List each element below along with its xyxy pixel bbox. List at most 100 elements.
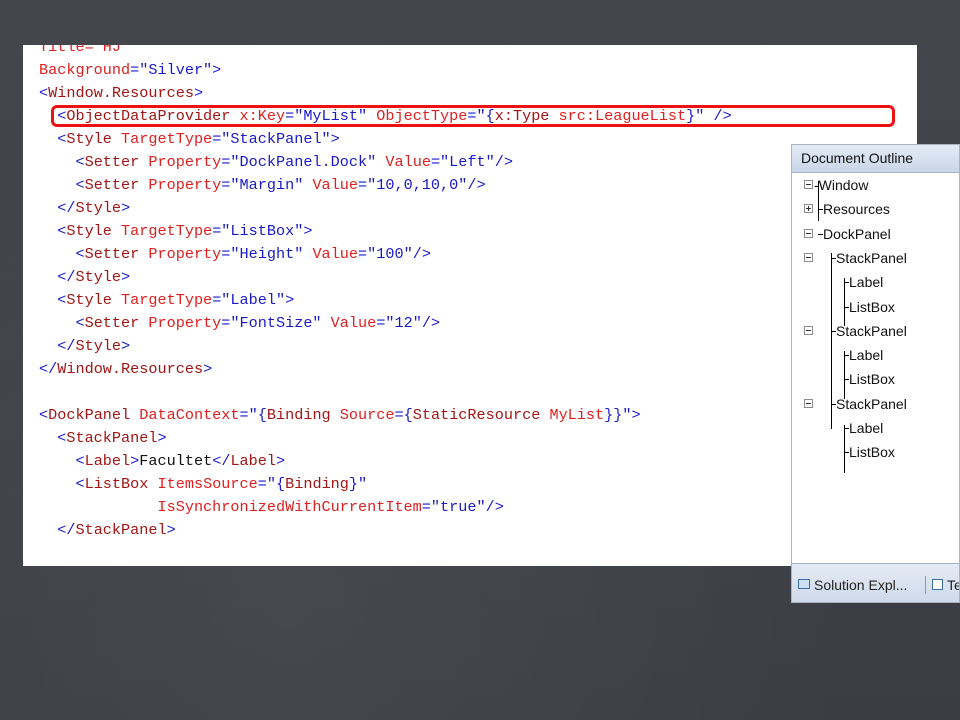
code-token: </: [39, 268, 76, 286]
outline-node-stackpanel[interactable]: StackPanel: [836, 392, 907, 416]
collapse-icon[interactable]: [804, 325, 813, 335]
code-token: Style: [75, 268, 122, 286]
code-line: Background="Silver">: [39, 59, 732, 82]
code-token: Value: [376, 153, 431, 171]
code-token: <: [39, 429, 67, 447]
code-token: <: [39, 245, 85, 263]
code-token: ="DockPanel.Dock": [221, 153, 377, 171]
code-token: ="Silver">: [130, 61, 222, 79]
code-token: TargetType: [111, 130, 213, 148]
code-line: </Style>: [39, 335, 732, 358]
code-line: <Setter Property="Margin" Value="10,0,10…: [39, 174, 732, 197]
code-token: ="true"/>: [421, 498, 504, 516]
code-line: IsSynchronizedWithCurrentItem="true"/>: [39, 496, 732, 519]
outline-node-window[interactable]: -Window: [814, 173, 868, 197]
outline-node-listbox[interactable]: ListBox: [849, 367, 895, 391]
code-line: <Label>Facultet</Label>: [39, 450, 732, 473]
code-token: >: [276, 452, 286, 470]
collapse-icon[interactable]: [804, 180, 813, 189]
code-token: ="Height": [221, 245, 304, 263]
code-token: }": [348, 475, 368, 493]
code-token: Label: [230, 452, 277, 470]
outline-node-label[interactable]: Label: [849, 270, 883, 294]
code-token: >: [157, 429, 167, 447]
code-token: <: [39, 314, 85, 332]
code-token: ="{: [239, 406, 267, 424]
solution-explorer-icon: [798, 579, 810, 589]
code-token: <: [39, 475, 85, 493]
code-token: Style: [66, 130, 112, 148]
code-token: Value: [321, 314, 377, 332]
code-token: <: [39, 153, 85, 171]
code-token: Binding: [266, 406, 331, 424]
team-explorer-icon: [932, 579, 943, 590]
outline-node-stackpanel[interactable]: StackPanel: [836, 246, 907, 270]
outline-node-stackpanel[interactable]: StackPanel: [836, 319, 907, 343]
code-token: >: [121, 337, 131, 355]
code-line: </Window.Resources>: [39, 358, 732, 381]
outline-node-label[interactable]: Label: [849, 416, 883, 440]
tree-connector: [831, 253, 832, 325]
tab-solution-explorer[interactable]: Solution Expl...: [814, 574, 907, 596]
code-token: ="10,0,10,0"/>: [358, 176, 486, 194]
code-token: ItemsSource: [148, 475, 258, 493]
tree-connector: [844, 425, 845, 473]
expand-icon[interactable]: [804, 204, 813, 214]
document-outline-title: Document Outline: [792, 145, 959, 173]
code-token: }}">: [604, 406, 641, 424]
outline-node-dockpanel[interactable]: DockPanel: [823, 222, 891, 246]
code-token: ="ListBox">: [212, 222, 313, 240]
code-token: StaticResource: [412, 406, 541, 424]
document-outline-panel[interactable]: Document Outline -Window Resources DockPan…: [791, 144, 960, 603]
code-token: <: [39, 222, 67, 240]
code-token: Background: [39, 61, 131, 79]
code-token: DataContext: [130, 406, 240, 424]
code-token: <: [39, 291, 67, 309]
code-token: IsSynchronizedWithCurrentItem: [39, 498, 422, 516]
code-token: >: [166, 521, 176, 539]
code-token: >: [203, 360, 213, 378]
code-token: Window.Resources: [57, 360, 204, 378]
code-line: <Setter Property="Height" Value="100"/>: [39, 243, 732, 266]
code-token: TargetType: [111, 291, 213, 309]
tree-connector: [831, 325, 832, 429]
code-token: Source: [330, 406, 395, 424]
outline-node-listbox[interactable]: ListBox: [849, 295, 895, 319]
code-editor[interactable]: Title="HJ" Background="Silver"> <Window.Re…: [23, 45, 917, 566]
code-token: <: [39, 406, 49, 424]
code-line: <Style TargetType="StackPanel">: [39, 128, 732, 151]
code-token: Binding: [285, 475, 349, 493]
collapse-icon[interactable]: [804, 252, 813, 262]
code-line: </StackPanel>: [39, 519, 732, 542]
code-token: >: [121, 199, 131, 217]
code-token: Setter: [84, 245, 140, 263]
code-token: Facultet: [139, 452, 213, 470]
code-token: ={: [394, 406, 413, 424]
code-token: Label: [84, 452, 131, 470]
code-line: <Style TargetType="Label">: [39, 289, 732, 312]
tree-connector: [818, 181, 819, 221]
collapse-icon[interactable]: [804, 228, 813, 238]
code-token: ="StackPanel">: [212, 130, 340, 148]
outline-node-resources[interactable]: Resources: [823, 197, 890, 221]
outline-node-listbox[interactable]: ListBox: [849, 440, 895, 464]
code-token: Style: [75, 337, 122, 355]
code-token: Setter: [84, 153, 140, 171]
code-line: Title="HJ": [39, 45, 732, 59]
tab-team-explorer[interactable]: Te: [947, 574, 959, 596]
code-token: StackPanel: [75, 521, 167, 539]
collapse-icon[interactable]: [804, 398, 813, 408]
code-token: </: [212, 452, 231, 470]
code-line: <DockPanel DataContext="{Binding Source=…: [39, 404, 732, 427]
code-token: Window.Resources: [48, 84, 194, 102]
outline-node-label[interactable]: Label: [849, 343, 883, 367]
code-token: Property: [139, 314, 222, 332]
tree-connector: [844, 278, 845, 326]
highlight-object-data-provider: [51, 105, 895, 127]
code-token: Setter: [84, 314, 140, 332]
code-token: ="Left"/>: [430, 153, 513, 171]
code-token: ="Margin": [221, 176, 304, 194]
code-token: </: [39, 199, 76, 217]
code-token: Property: [139, 176, 222, 194]
